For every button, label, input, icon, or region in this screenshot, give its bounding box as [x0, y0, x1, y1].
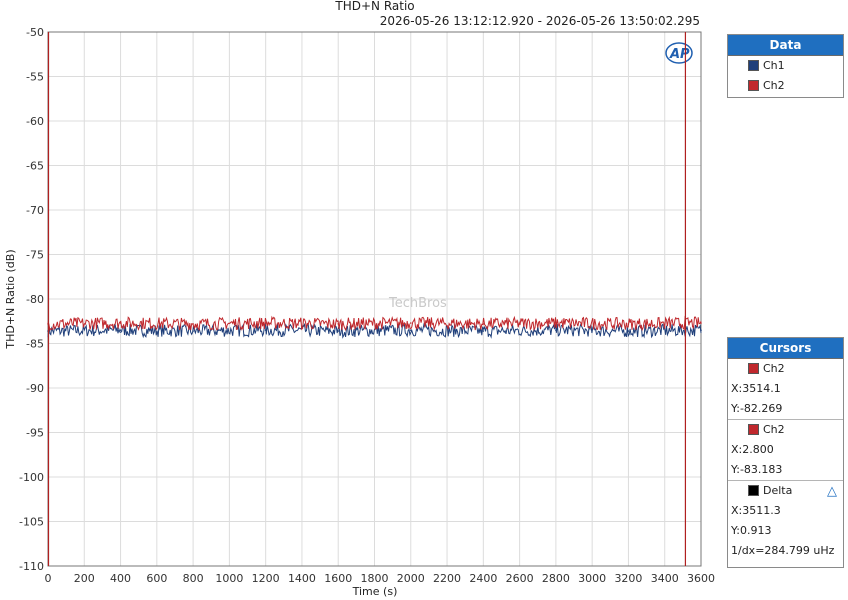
data-point [555, 329, 557, 331]
data-legend-panel: Data Ch1 Ch2 [727, 34, 844, 98]
data-point [700, 329, 702, 331]
data-point [409, 329, 412, 331]
y-tick-label: -50 [26, 26, 44, 39]
delta-section[interactable]: Delta △ X:3511.3 Y:0.913 1/dx=284.799 uH… [728, 480, 843, 561]
ch2-swatch [748, 80, 759, 91]
x-tick-label: 1600 [324, 572, 352, 585]
data-point [192, 330, 194, 332]
cursors-title: Cursors [728, 338, 843, 359]
delta-header: Delta △ [728, 481, 843, 501]
y-tick-label: -60 [26, 115, 44, 128]
x-tick-label: 3000 [578, 572, 606, 585]
y-tick-label: -100 [19, 471, 44, 484]
watermark: TechBros [388, 296, 447, 311]
data-point [627, 323, 630, 325]
data-point [119, 329, 122, 331]
data-point [409, 322, 412, 324]
cursor2-section[interactable]: Ch2 X:2.800 Y:-83.183 [728, 419, 843, 480]
data-point [337, 330, 340, 332]
x-tick-label: 2800 [542, 572, 570, 585]
cursor2-y: Y:-83.183 [731, 463, 783, 476]
delta-label: Delta [763, 484, 793, 497]
delta-x: X:3511.3 [731, 504, 781, 517]
y-tick-label: -110 [19, 560, 44, 573]
cursor2-label: Ch2 [763, 423, 785, 436]
data-point [264, 322, 267, 324]
x-tick-label: 1400 [288, 572, 316, 585]
data-point [337, 323, 340, 325]
legend-item-ch2[interactable]: Ch2 [728, 76, 843, 96]
x-tick-label: 1800 [361, 572, 389, 585]
cursor1-label: Ch2 [763, 362, 785, 375]
y-tick-label: -75 [26, 249, 44, 262]
data-point [264, 329, 267, 331]
cursor2-channel: Ch2 [728, 420, 843, 440]
data-legend-title: Data [728, 35, 843, 56]
y-tick-label: -90 [26, 382, 44, 395]
y-axis-label: THD+N Ratio (dB) [4, 249, 17, 349]
x-tick-label: 3400 [651, 572, 679, 585]
y-tick-label: -65 [26, 160, 44, 173]
x-tick-label: 1200 [252, 572, 280, 585]
axis-tick-labels: 0 200 400 600 800 1000 1200 1400 1600 1800 2000 220… [19, 26, 715, 585]
delta-triangle-icon[interactable]: △ [827, 482, 837, 502]
x-tick-label: 400 [110, 572, 131, 585]
y-tick-label: -70 [26, 204, 44, 217]
data-point [192, 323, 194, 325]
grid [47, 31, 702, 567]
cursor1-x: X:3514.1 [731, 382, 781, 395]
x-tick-label: 600 [146, 572, 167, 585]
legend-item-label: Ch1 [763, 59, 785, 72]
x-tick-label: 2200 [433, 572, 461, 585]
y-tick-label: -80 [26, 293, 44, 306]
y-tick-label: -95 [26, 427, 44, 440]
data-point [482, 323, 485, 325]
cursor1-section[interactable]: Ch2 X:3514.1 Y:-82.269 [728, 359, 843, 419]
ch1-swatch [748, 60, 759, 71]
delta-inverse: 1/dx=284.799 uHz [731, 544, 835, 557]
ap-logo-text: AP [669, 47, 690, 62]
x-tick-label: 0 [45, 572, 52, 585]
cursor1-swatch [748, 363, 759, 374]
x-tick-label: 3600 [687, 572, 715, 585]
y-tick-label: -55 [26, 71, 44, 84]
x-tick-label: 800 [183, 572, 204, 585]
delta-swatch [748, 485, 759, 496]
data-point [700, 322, 702, 324]
x-tick-label: 2000 [397, 572, 425, 585]
x-tick-label: 1000 [215, 572, 243, 585]
data-point [482, 330, 485, 332]
cursor1-channel: Ch2 [728, 359, 843, 379]
delta-y: Y:0.913 [731, 524, 772, 537]
cursor1-y: Y:-82.269 [731, 402, 783, 415]
legend-item-label: Ch2 [763, 79, 785, 92]
x-tick-label: 200 [74, 572, 95, 585]
ap-logo: AP [665, 42, 693, 64]
data-point [627, 330, 630, 332]
data-point [119, 322, 122, 324]
chart-title: THD+N Ratio [334, 0, 414, 13]
chart: TechBros AP 0 200 400 600 800 1000 1200 1400 160… [4, 0, 715, 598]
chart-subtitle: 2026-05-26 13:12:12.920 - 2026-05-26 13:… [380, 14, 700, 28]
cursor2-swatch [748, 424, 759, 435]
y-tick-label: -85 [26, 338, 44, 351]
x-tick-label: 2400 [469, 572, 497, 585]
cursor2-x: X:2.800 [731, 443, 774, 456]
y-tick-label: -105 [19, 516, 44, 529]
data-point [555, 322, 557, 324]
cursors-panel: Cursors Ch2 X:3514.1 Y:-82.269 Ch2 X:2.8… [727, 337, 844, 568]
x-tick-label: 2600 [506, 572, 534, 585]
x-tick-label: 3200 [614, 572, 642, 585]
x-axis-label: Time (s) [352, 585, 398, 598]
legend-item-ch1[interactable]: Ch1 [728, 56, 843, 76]
